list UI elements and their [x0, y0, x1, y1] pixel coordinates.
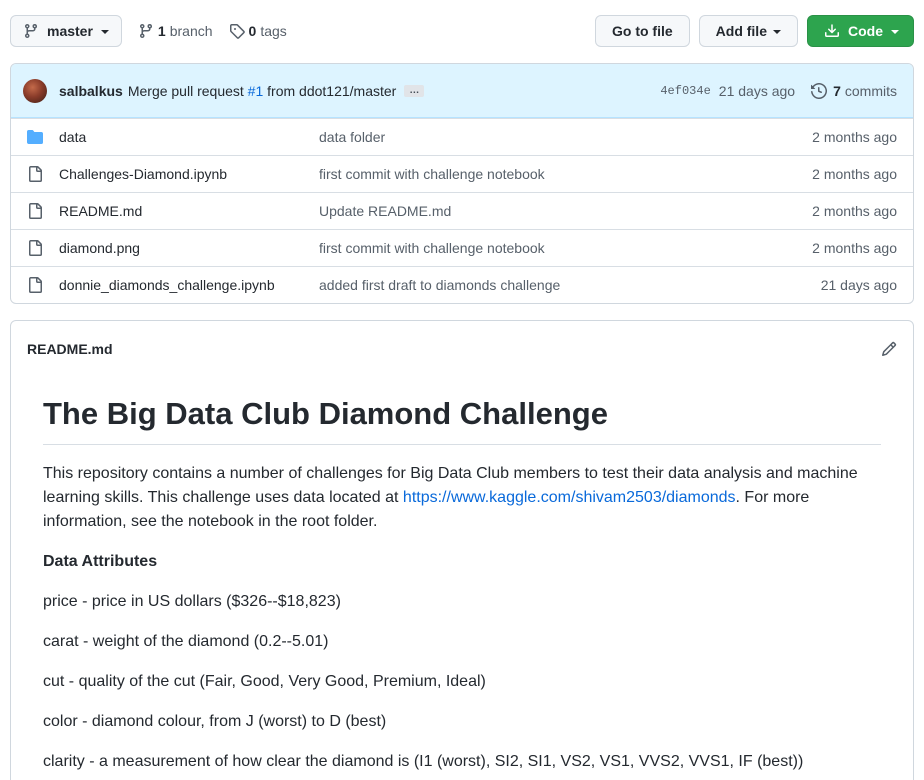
- file-row[interactable]: data data folder 2 months ago: [11, 118, 913, 155]
- readme-file-label[interactable]: README.md: [27, 341, 113, 357]
- code-button[interactable]: Code: [807, 15, 914, 47]
- pencil-icon[interactable]: [881, 341, 897, 357]
- file-row[interactable]: README.md Update README.md 2 months ago: [11, 192, 913, 229]
- attribute-item: clarity - a measurement of how clear the…: [43, 752, 804, 770]
- commit-author[interactable]: salbalkus: [59, 83, 123, 99]
- history-icon: [811, 82, 828, 99]
- file-commit-message[interactable]: Update README.md: [319, 203, 812, 219]
- add-file-label: Add file: [715, 23, 767, 39]
- tags-link[interactable]: 0 tags: [229, 23, 287, 39]
- pull-request-link[interactable]: #1: [248, 83, 264, 99]
- attribute-item: price - price in US dollars ($326--$18,8…: [43, 592, 341, 610]
- readme-intro: This repository contains a number of cha…: [43, 462, 881, 534]
- file-name[interactable]: diamond.png: [59, 240, 319, 256]
- branch-name: master: [47, 23, 93, 39]
- file-row[interactable]: Challenges-Diamond.ipynb first commit wi…: [11, 155, 913, 192]
- commits-link[interactable]: 7 commits: [811, 83, 897, 99]
- file-name[interactable]: Challenges-Diamond.ipynb: [59, 166, 319, 182]
- commit-word: commits: [844, 82, 897, 99]
- file-browser: salbalkus Merge pull request #1 from ddo…: [10, 63, 914, 304]
- readme-panel: README.md The Big Data Club Diamond Chal…: [10, 320, 914, 780]
- file-commit-message[interactable]: added first draft to diamonds challenge: [319, 277, 821, 293]
- chevron-down-icon: [100, 30, 109, 34]
- tag-icon: [229, 24, 245, 39]
- file-commit-message[interactable]: first commit with challenge notebook: [319, 240, 812, 256]
- readme-heading: The Big Data Club Diamond Challenge: [43, 395, 881, 445]
- file-row[interactable]: donnie_diamonds_challenge.ipynb added fi…: [11, 266, 913, 303]
- file-icon: [27, 277, 43, 293]
- download-icon: [825, 24, 839, 37]
- file-row[interactable]: diamond.png first commit with challenge …: [11, 229, 913, 266]
- attributes-heading: Data Attributes: [43, 552, 158, 570]
- file-date: 21 days ago: [820, 277, 897, 293]
- attribute-item: color - diamond colour, from J (worst) t…: [43, 712, 387, 730]
- branches-link[interactable]: 1 branch: [138, 23, 213, 39]
- file-name[interactable]: data: [59, 129, 319, 145]
- tag-count: 0: [248, 23, 257, 39]
- attribute-item: carat - weight of the diamond (0.2--5.01…: [43, 632, 329, 650]
- repo-actions: Go to file Add file Code: [594, 15, 914, 47]
- commit-count: 7: [833, 82, 841, 99]
- chevron-down-icon: [891, 30, 899, 34]
- commit-sha[interactable]: 4ef034e: [660, 84, 710, 98]
- commit-time: 21 days ago: [718, 82, 796, 99]
- folder-icon: [27, 129, 43, 145]
- file-date: 2 months ago: [812, 203, 897, 219]
- expand-commit-button[interactable]: …: [404, 84, 425, 97]
- commit-meta: 4ef034e 21 days ago 7 commits: [660, 83, 897, 99]
- branch-icon: [139, 24, 152, 39]
- branch-icon: [24, 24, 37, 39]
- branch-select-button[interactable]: master: [10, 15, 122, 47]
- file-commit-message[interactable]: data folder: [319, 129, 812, 145]
- branch-word: branch: [169, 23, 213, 39]
- file-commit-message[interactable]: first commit with challenge notebook: [319, 166, 812, 182]
- latest-commit-bar: salbalkus Merge pull request #1 from ddo…: [11, 64, 913, 118]
- tag-word: tags: [260, 23, 287, 39]
- file-icon: [27, 203, 43, 219]
- file-date: 2 months ago: [812, 166, 897, 182]
- branch-count: 1: [157, 23, 166, 39]
- kaggle-link[interactable]: https://www.kaggle.com/shivam2503/diamon…: [403, 489, 736, 506]
- code-label: Code: [848, 23, 883, 39]
- readme-header: README.md: [11, 321, 913, 377]
- readme-content: The Big Data Club Diamond Challenge This…: [11, 377, 913, 774]
- add-file-button[interactable]: Add file: [698, 15, 798, 47]
- file-name[interactable]: donnie_diamonds_challenge.ipynb: [59, 277, 319, 293]
- file-icon: [27, 166, 43, 182]
- commit-message-prefix: Merge pull request: [127, 82, 244, 99]
- avatar[interactable]: [23, 78, 47, 103]
- attribute-item: cut - quality of the cut (Fair, Good, Ve…: [43, 672, 486, 690]
- file-icon: [27, 240, 43, 256]
- commit-message[interactable]: Merge pull request #1 from ddot121/maste…: [128, 83, 396, 99]
- chevron-down-icon: [773, 30, 781, 34]
- repo-toolbar: master 1 branch 0 tags Go to file Add fi…: [10, 15, 914, 47]
- commit-message-suffix: from ddot121/master: [267, 82, 397, 99]
- go-to-file-button[interactable]: Go to file: [594, 15, 690, 47]
- file-date: 2 months ago: [812, 129, 897, 145]
- file-date: 2 months ago: [812, 240, 897, 256]
- file-name[interactable]: README.md: [59, 203, 319, 219]
